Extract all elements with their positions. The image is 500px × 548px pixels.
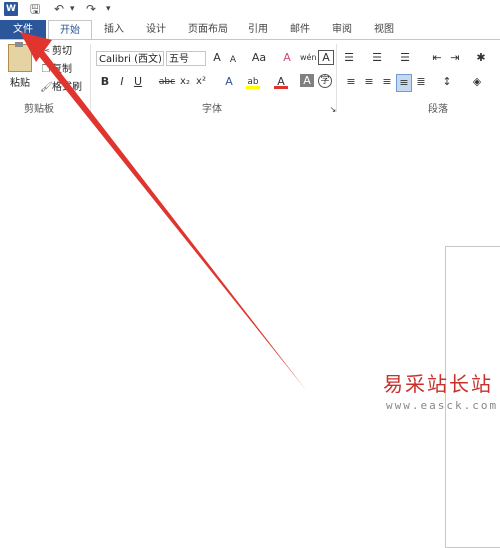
redo-icon[interactable]: ↷ [86,1,96,17]
distributed-icon[interactable]: ≣ [414,74,428,90]
numbering-icon[interactable]: ☰ [370,50,384,66]
tab-mailings[interactable]: 邮件 [282,20,318,39]
justify-icon[interactable]: ≡ [396,74,412,92]
tab-layout[interactable]: 页面布局 [180,20,236,39]
text-effects-button[interactable]: A [222,74,236,90]
align-right-icon[interactable]: ≡ [380,74,394,90]
clear-format-icon[interactable]: A [280,50,294,66]
tab-view[interactable]: 视图 [366,20,402,39]
enclose-char-button[interactable]: 字 [318,74,332,88]
tab-insert[interactable]: 插入 [94,20,134,39]
strikethrough-button[interactable]: abc [158,74,176,90]
save-icon[interactable]: 🖫 [30,1,40,17]
group-separator [90,44,91,112]
shrink-font-icon[interactable]: A [226,52,240,68]
char-border-icon[interactable]: A [318,50,334,65]
watermark-title: 易采站长站 [383,372,493,396]
subscript-button[interactable]: x₂ [178,74,192,90]
line-spacing-icon[interactable]: ↕ [440,74,454,90]
copy-label: 复制 [52,64,72,75]
tab-home[interactable]: 开始 [48,20,92,40]
tab-references[interactable]: 引用 [240,20,276,39]
ribbon-tabs: 文件 开始 插入 设计 页面布局 引用 邮件 审阅 视图 [0,20,500,40]
word-logo-icon: W [4,2,18,16]
chinese-layout-icon[interactable]: ✱ [474,50,488,66]
paste-button[interactable]: 粘贴 [6,42,34,94]
undo-dropdown-icon[interactable]: ▾ [70,1,75,17]
decrease-indent-icon[interactable]: ⇤ [430,50,444,66]
highlight-button[interactable]: ab [246,74,260,89]
copy-icon: ❐ [41,64,51,75]
watermark-url: www.easck.com [386,399,499,412]
paragraph-shading-icon[interactable]: ◈ [470,74,484,90]
align-left-icon[interactable]: ≡ [344,74,358,90]
group-separator [336,44,337,112]
bold-button[interactable]: B [98,74,112,90]
underline-button[interactable]: U [131,74,145,90]
bullets-icon[interactable]: ☰ [342,50,356,66]
undo-icon[interactable]: ↶ [54,1,64,17]
cut-label: 剪切 [52,46,72,57]
italic-button[interactable]: I [115,74,129,90]
copy-button[interactable]: ❐ 复制 [40,62,72,78]
font-group-label: 字体 [202,104,222,115]
char-shading-button[interactable]: A [300,74,314,87]
clipboard-icon [8,42,32,72]
font-color-button[interactable]: A [274,74,288,89]
tab-file[interactable]: 文件 [0,20,46,39]
multilevel-list-icon[interactable]: ☰ [398,50,412,66]
change-case-icon[interactable]: Aa [250,50,268,66]
font-size-select[interactable]: 五号 [166,51,206,66]
align-center-icon[interactable]: ≡ [362,74,376,90]
scissors-icon: ✂ [41,46,51,57]
font-name-select[interactable]: Calibri (西文) [96,51,164,66]
document-page[interactable] [445,246,500,548]
cut-button[interactable]: ✂ 剪切 [40,44,72,60]
paragraph-group-label: 段落 [428,104,448,115]
ribbon: 粘贴 ✂ 剪切 ❐ 复制 🖌格式刷 剪贴板 Calibri (西文) 五号 A A … [0,39,500,117]
format-painter-button[interactable]: 🖌格式刷 [40,80,82,96]
tab-design[interactable]: 设计 [136,20,176,39]
increase-indent-icon[interactable]: ⇥ [448,50,462,66]
superscript-button[interactable]: x² [194,74,208,90]
phonetic-guide-icon[interactable]: wén [300,50,317,66]
format-painter-label: 格式刷 [52,82,82,93]
brush-icon: 🖌 [40,82,53,93]
quick-access-toolbar: W 🖫 ↶ ▾ ↷ ▾ [0,0,500,20]
tab-review[interactable]: 审阅 [324,20,360,39]
paste-label: 粘贴 [10,78,30,89]
grow-font-icon[interactable]: A [210,50,224,66]
customize-qat-icon[interactable]: ▾ [106,1,111,17]
clipboard-group-label: 剪贴板 [24,104,54,115]
